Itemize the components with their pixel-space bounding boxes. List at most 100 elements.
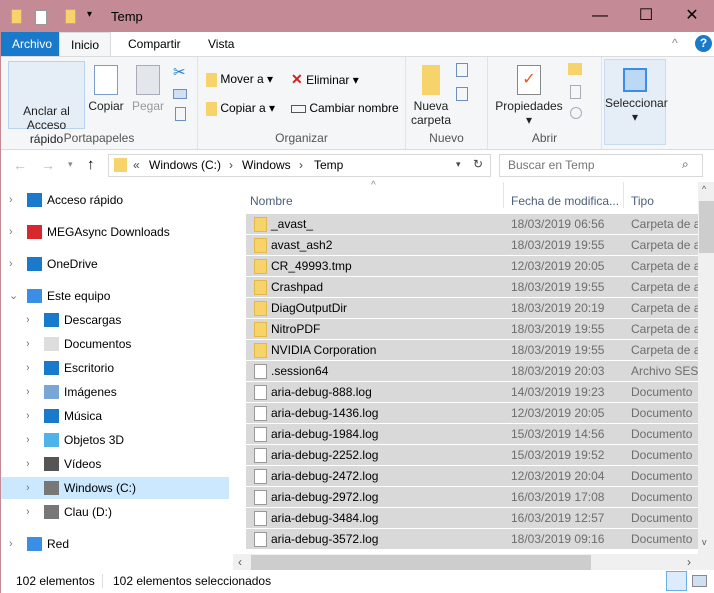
details-view-button[interactable]: [666, 571, 687, 591]
chevron-right-icon[interactable]: ›: [9, 253, 13, 275]
table-row[interactable]: aria-debug-888.log 14/03/2019 19:23 Docume…: [246, 382, 698, 402]
table-row[interactable]: aria-debug-3572.log 18/03/2019 09:16 Docum…: [246, 529, 698, 549]
column-header-name[interactable]: Nombre: [250, 188, 293, 214]
sidebar-item[interactable]: › Documentos: [1, 333, 229, 355]
table-row[interactable]: Crashpad 18/03/2019 19:55 Carpeta de a: [246, 277, 698, 297]
address-bar[interactable]: « Windows (C:) › Windows › Temp ▾ ↻: [108, 154, 491, 177]
scroll-up-icon[interactable]: ^: [702, 184, 706, 194]
maximize-button[interactable]: ☐: [623, 1, 669, 32]
tab-compartir[interactable]: Compartir: [117, 32, 192, 57]
tab-vista[interactable]: Vista: [197, 32, 245, 57]
chevron-right-icon[interactable]: ›: [26, 405, 30, 427]
close-button[interactable]: ✕: [669, 1, 714, 32]
table-row[interactable]: _avast_ 18/03/2019 06:56 Carpeta de a: [246, 214, 698, 234]
sidebar-item[interactable]: › Vídeos: [1, 453, 229, 475]
scroll-left-icon[interactable]: ‹: [238, 555, 242, 569]
chevron-right-icon[interactable]: ›: [9, 533, 13, 555]
help-icon[interactable]: ?: [695, 35, 712, 52]
chevron-right-icon[interactable]: ›: [9, 221, 13, 243]
sidebar-item[interactable]: ⌄ Este equipo: [1, 285, 229, 307]
scrollbar-thumb[interactable]: [699, 201, 714, 253]
sidebar-item[interactable]: › Imágenes: [1, 381, 229, 403]
sidebar-item[interactable]: › Escritorio: [1, 357, 229, 379]
sidebar-item[interactable]: › Objetos 3D: [1, 429, 229, 451]
delete-button[interactable]: ✕ Eliminar ▾: [291, 71, 359, 88]
paste-shortcut-icon[interactable]: [175, 107, 186, 121]
table-row[interactable]: aria-debug-2472.log 12/03/2019 20:04 Docum…: [246, 466, 698, 486]
new-folder-icon[interactable]: [65, 9, 76, 24]
new-folder-button[interactable]: Nueva carpeta: [408, 65, 454, 127]
table-row[interactable]: NVIDIA Corporation 18/03/2019 19:55 Carpet…: [246, 340, 698, 360]
customize-toolbar-icon[interactable]: ▾: [87, 9, 92, 20]
back-button[interactable]: ←: [13, 157, 27, 173]
breadcrumb-windows-c[interactable]: Windows (C:): [149, 158, 221, 172]
table-row[interactable]: aria-debug-2972.log 16/03/2019 17:08 Docum…: [246, 487, 698, 507]
table-row[interactable]: aria-debug-2252.log 15/03/2019 19:52 Docum…: [246, 445, 698, 465]
column-header-date[interactable]: Fecha de modifica...: [511, 188, 619, 214]
scroll-down-icon[interactable]: v: [702, 537, 707, 547]
scroll-right-icon[interactable]: ›: [687, 555, 691, 569]
move-to-button[interactable]: Mover a ▾: [206, 72, 273, 87]
large-icons-view-button[interactable]: [692, 575, 707, 587]
vertical-scrollbar[interactable]: ^ v: [698, 182, 714, 554]
chevron-right-icon[interactable]: ›: [26, 381, 30, 403]
recent-locations-button[interactable]: ▾: [68, 159, 73, 170]
sidebar-item[interactable]: › Clau (D:): [1, 501, 229, 523]
collapse-ribbon-icon[interactable]: ^: [672, 36, 678, 50]
horizontal-scrollbar[interactable]: ‹ ›: [233, 554, 714, 571]
chevron-right-icon[interactable]: ›: [26, 333, 30, 355]
table-row[interactable]: CR_49993.tmp 12/03/2019 20:05 Carpeta de a: [246, 256, 698, 276]
table-row[interactable]: aria-debug-1984.log 15/03/2019 14:56 Docum…: [246, 424, 698, 444]
table-row[interactable]: .session64 18/03/2019 20:03 Archivo SESS: [246, 361, 698, 381]
properties-icon[interactable]: [35, 10, 47, 25]
new-item-icon[interactable]: [456, 63, 468, 77]
breadcrumb-separator-icon[interactable]: ›: [299, 158, 303, 172]
breadcrumb-overflow[interactable]: «: [133, 158, 140, 172]
copy-path-icon[interactable]: [173, 89, 187, 99]
address-dropdown-icon[interactable]: ▾: [456, 159, 461, 170]
properties-button[interactable]: ✓ Propiedades ▾: [494, 65, 564, 127]
up-button[interactable]: ↑: [87, 156, 95, 173]
table-row[interactable]: DiagOutputDir 18/03/2019 20:19 Carpeta de …: [246, 298, 698, 318]
chevron-down-icon[interactable]: ⌄: [9, 285, 18, 307]
copy-to-button[interactable]: Copiar a ▾: [206, 101, 275, 116]
search-input[interactable]: [508, 158, 678, 172]
history-icon[interactable]: [570, 107, 582, 119]
sidebar-item[interactable]: › Windows (C:): [1, 477, 229, 499]
sidebar-item[interactable]: › Red: [1, 533, 229, 555]
sidebar-item[interactable]: › OneDrive: [1, 253, 229, 275]
breadcrumb-separator-icon[interactable]: ›: [229, 158, 233, 172]
breadcrumb-windows-c-folder[interactable]: Windows: [242, 158, 291, 172]
edit-icon[interactable]: [570, 85, 581, 99]
sidebar-item[interactable]: › Descargas: [1, 309, 229, 331]
column-header-type[interactable]: Tipo: [631, 188, 654, 214]
pin-quick-access-button[interactable]: Anclar al Acceso rápido: [8, 61, 85, 146]
sidebar-item[interactable]: › Música: [1, 405, 229, 427]
chevron-right-icon[interactable]: ›: [26, 429, 30, 451]
table-row[interactable]: NitroPDF 18/03/2019 19:55 Carpeta de a: [246, 319, 698, 339]
table-row[interactable]: aria-debug-1436.log 12/03/2019 20:05 Docum…: [246, 403, 698, 423]
chevron-right-icon[interactable]: ›: [26, 453, 30, 475]
scrollbar-thumb[interactable]: [251, 555, 591, 570]
chevron-right-icon[interactable]: ›: [9, 189, 13, 211]
refresh-icon[interactable]: ↻: [473, 157, 483, 171]
open-icon[interactable]: [568, 63, 582, 75]
sidebar-item[interactable]: › MEGAsync Downloads: [1, 221, 229, 243]
chevron-right-icon[interactable]: ›: [26, 357, 30, 379]
select-button[interactable]: Seleccionar ▾: [604, 59, 668, 145]
chevron-right-icon[interactable]: ›: [26, 309, 30, 331]
tab-inicio[interactable]: Inicio: [59, 32, 112, 57]
paste-button[interactable]: Pegar: [129, 65, 167, 113]
minimize-button[interactable]: —: [577, 1, 623, 32]
tab-archivo[interactable]: Archivo: [1, 32, 64, 57]
forward-button[interactable]: →: [41, 157, 55, 173]
easy-access-icon[interactable]: [456, 87, 468, 101]
chevron-right-icon[interactable]: ›: [26, 477, 30, 499]
breadcrumb-temp[interactable]: Temp: [314, 158, 343, 172]
copy-button[interactable]: Copiar: [87, 65, 125, 113]
search-box[interactable]: ⌕: [499, 154, 703, 177]
table-row[interactable]: avast_ash2 18/03/2019 19:55 Carpeta de a: [246, 235, 698, 255]
table-row[interactable]: aria-debug-3484.log 16/03/2019 12:57 Docum…: [246, 508, 698, 528]
sidebar-item[interactable]: › Acceso rápido: [1, 189, 229, 211]
chevron-right-icon[interactable]: ›: [26, 501, 30, 523]
